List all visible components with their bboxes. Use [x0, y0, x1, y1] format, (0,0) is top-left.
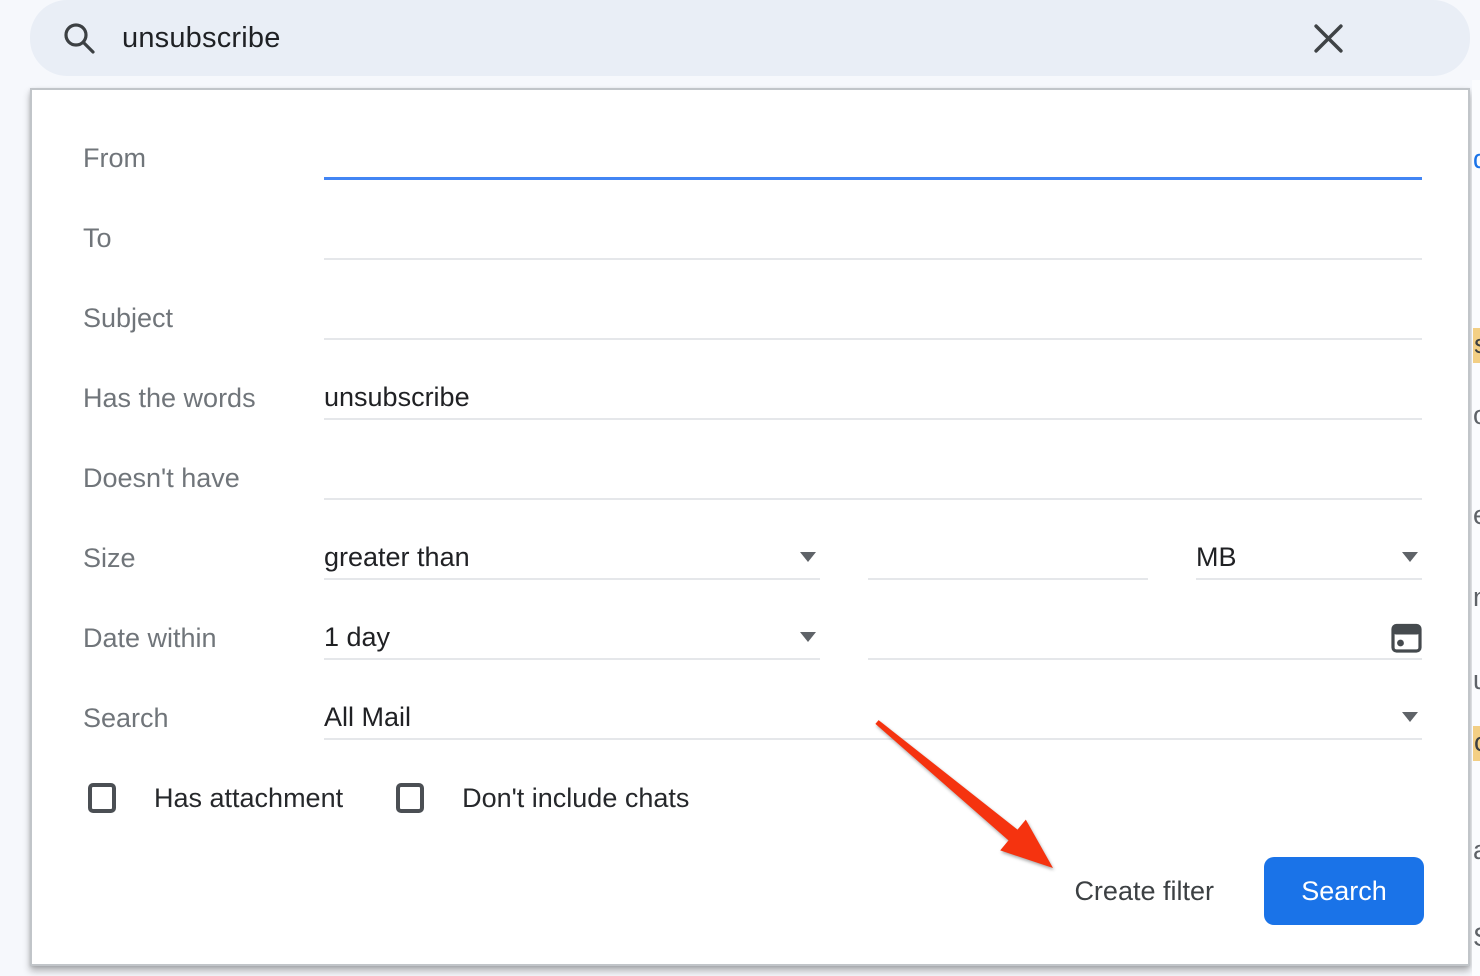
date-within-label: Date within: [83, 616, 324, 660]
to-input[interactable]: [324, 216, 1422, 260]
size-unit-dropdown[interactable]: MB: [1196, 536, 1422, 580]
dont-include-chats-option: Don't include chats: [396, 783, 689, 814]
background-text-fragment: o: [1473, 402, 1480, 429]
background-text-fragment: n: [1473, 584, 1480, 611]
checkbox-row: Has attachment Don't include chats: [88, 778, 689, 818]
field-row-doesnt-have: Doesn't have: [83, 456, 1422, 500]
field-row-has-words: Has the words unsubscribe: [83, 376, 1422, 420]
calendar-icon[interactable]: [1391, 622, 1422, 653]
background-text-fragment: d: [1473, 146, 1480, 173]
to-label: To: [83, 216, 324, 260]
field-row-to: To: [83, 216, 1422, 260]
x-close-icon[interactable]: [1312, 22, 1344, 54]
background-text-fragment: u: [1473, 667, 1480, 694]
search-query-text[interactable]: unsubscribe: [122, 22, 281, 55]
field-row-size: Size greater than MB: [83, 536, 1422, 580]
has-attachment-label: Has attachment: [154, 783, 343, 814]
background-strip: d s o e n u c a S: [1472, 80, 1480, 976]
size-amount-input[interactable]: [868, 536, 1148, 580]
search-scope-dropdown[interactable]: All Mail: [324, 696, 1422, 740]
background-text-fragment: s: [1473, 328, 1480, 363]
subject-input[interactable]: [324, 296, 1422, 340]
dont-include-chats-label: Don't include chats: [462, 783, 689, 814]
size-operator-dropdown[interactable]: greater than: [324, 536, 820, 580]
dont-include-chats-checkbox[interactable]: [396, 783, 424, 813]
chevron-down-icon: [800, 552, 816, 562]
doesnt-have-input[interactable]: [324, 456, 1422, 500]
field-row-date-within: Date within 1 day: [83, 616, 1422, 660]
from-label: From: [83, 136, 324, 180]
size-label: Size: [83, 536, 324, 580]
background-text-fragment: c: [1473, 726, 1480, 761]
has-attachment-checkbox[interactable]: [88, 783, 116, 813]
background-text-fragment: e: [1473, 502, 1480, 529]
dialog-actions: Create filter Search: [1074, 857, 1424, 925]
magnifier-icon: [62, 20, 96, 56]
advanced-search-dialog: From To Subject Has the words unsubscrib…: [30, 88, 1470, 966]
chevron-down-icon: [800, 632, 816, 642]
field-row-subject: Subject: [83, 296, 1422, 340]
from-input[interactable]: [324, 136, 1422, 180]
search-scope-label: Search: [83, 696, 324, 740]
has-words-label: Has the words: [83, 376, 324, 420]
doesnt-have-label: Doesn't have: [83, 456, 324, 500]
background-text-fragment: S: [1473, 924, 1480, 951]
subject-label: Subject: [83, 296, 324, 340]
date-range-dropdown[interactable]: 1 day: [324, 616, 820, 660]
chevron-down-icon: [1402, 552, 1418, 562]
gmail-search-bar[interactable]: unsubscribe: [30, 0, 1470, 76]
field-row-from: From: [83, 136, 1422, 180]
background-text-fragment: a: [1473, 837, 1480, 864]
has-attachment-option: Has attachment: [88, 783, 343, 814]
date-input[interactable]: [868, 616, 1422, 660]
create-filter-button[interactable]: Create filter: [1074, 876, 1214, 907]
search-button[interactable]: Search: [1264, 857, 1424, 925]
field-row-search-scope: Search All Mail: [83, 696, 1422, 740]
has-words-input[interactable]: unsubscribe: [324, 376, 1422, 420]
chevron-down-icon: [1402, 712, 1418, 722]
